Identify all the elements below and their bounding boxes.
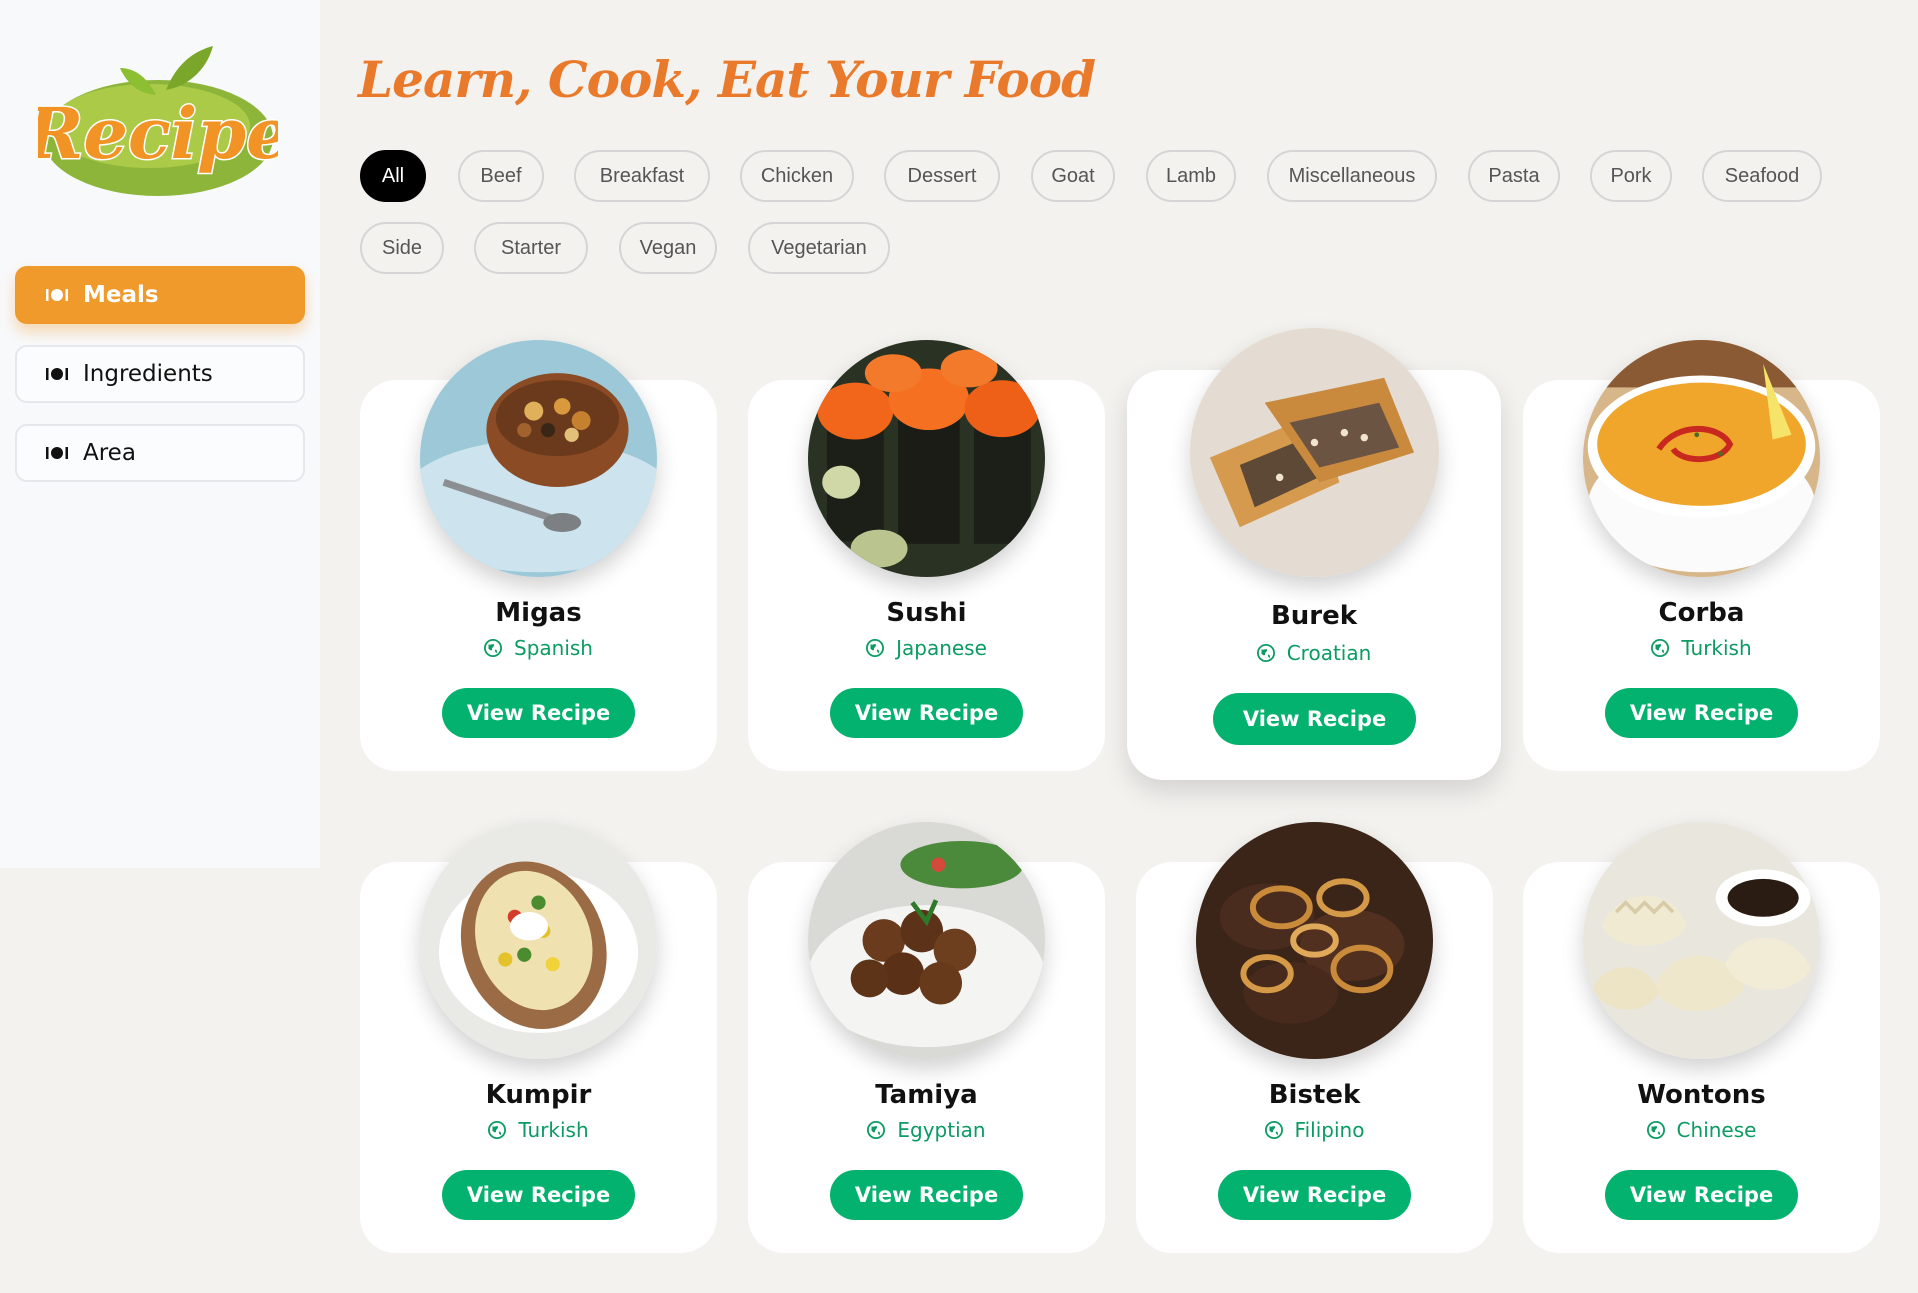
view-recipe-button[interactable]: View Recipe	[1213, 693, 1416, 745]
side-nav: Meals Ingredients Area	[15, 266, 305, 503]
meal-card[interactable]: Wontons Chinese View Recipe	[1523, 822, 1880, 1253]
meal-card[interactable]: Corba Turkish View Recipe	[1523, 340, 1880, 771]
meal-area: Spanish	[360, 636, 717, 660]
svg-text:Recipe: Recipe	[38, 92, 278, 175]
meal-card[interactable]: Sushi Japanese View Recipe	[748, 340, 1105, 771]
globe-icon	[1264, 1121, 1283, 1139]
filter-chip-side[interactable]: Side	[360, 222, 444, 274]
nav-label-ingredients: Ingredients	[83, 361, 213, 387]
meal-image[interactable]	[1583, 822, 1820, 1059]
meal-name: Migas	[495, 598, 582, 628]
meal-name: Bistek	[1268, 1080, 1361, 1110]
meal-area-label: Turkish	[1681, 636, 1752, 660]
filter-chip-vegan[interactable]: Vegan	[619, 222, 717, 274]
meal-card[interactable]: Bistek Filipino View Recipe	[1136, 822, 1493, 1253]
filter-chip-miscellaneous[interactable]: Miscellaneous	[1267, 150, 1437, 202]
meal-area-label: Egyptian	[897, 1118, 986, 1142]
filter-chip-chicken[interactable]: Chicken	[740, 150, 854, 202]
dish-icon	[46, 368, 68, 380]
filter-chip-pork[interactable]: Pork	[1590, 150, 1672, 202]
filter-chip-breakfast[interactable]: Breakfast	[574, 150, 710, 202]
meal-area: Japanese	[748, 636, 1105, 660]
filter-chip-seafood[interactable]: Seafood	[1702, 150, 1822, 202]
meal-area-label: Spanish	[514, 636, 593, 660]
meal-area: Turkish	[360, 1118, 717, 1142]
meal-image[interactable]	[808, 822, 1045, 1059]
meal-name: Wontons	[1637, 1080, 1766, 1110]
meal-area-label: Chinese	[1676, 1118, 1757, 1142]
filter-chip-goat[interactable]: Goat	[1031, 150, 1115, 202]
globe-icon	[488, 1121, 507, 1139]
meal-area-label: Turkish	[518, 1118, 589, 1142]
meal-image[interactable]	[808, 340, 1045, 577]
nav-item-area[interactable]: Area	[15, 424, 305, 482]
filter-chip-lamb[interactable]: Lamb	[1146, 150, 1236, 202]
filter-chip-vegetarian[interactable]: Vegetarian	[748, 222, 890, 274]
globe-icon	[867, 1121, 886, 1139]
meal-area-label: Filipino	[1294, 1118, 1365, 1142]
view-recipe-button[interactable]: View Recipe	[442, 688, 635, 738]
meal-area: Egyptian	[748, 1118, 1105, 1142]
meal-image[interactable]	[1583, 340, 1820, 577]
meal-card[interactable]: Migas Spanish View Recipe	[360, 340, 717, 771]
meal-name: Burek	[1270, 601, 1358, 631]
meal-area: Croatian	[1127, 641, 1501, 665]
meal-area-label: Croatian	[1286, 641, 1372, 665]
view-recipe-button[interactable]: View Recipe	[1605, 688, 1798, 738]
globe-icon	[866, 639, 885, 657]
dish-icon	[46, 289, 68, 301]
recipe-logo[interactable]: Recipe	[22, 40, 292, 210]
filter-chip-pasta[interactable]: Pasta	[1468, 150, 1560, 202]
meal-image[interactable]	[1190, 328, 1439, 577]
meal-name: Tamiya	[875, 1080, 978, 1110]
globe-icon	[1646, 1121, 1665, 1139]
meal-image[interactable]	[420, 822, 657, 1059]
view-recipe-button[interactable]: View Recipe	[830, 1170, 1023, 1220]
meal-image[interactable]	[1196, 822, 1433, 1059]
meal-area: Chinese	[1523, 1118, 1880, 1142]
filter-chip-starter[interactable]: Starter	[474, 222, 588, 274]
view-recipe-button[interactable]: View Recipe	[1218, 1170, 1411, 1220]
filter-chip-dessert[interactable]: Dessert	[884, 150, 1000, 202]
meal-area: Filipino	[1136, 1118, 1493, 1142]
meal-area: Turkish	[1523, 636, 1880, 660]
meal-name: Corba	[1658, 598, 1745, 628]
view-recipe-button[interactable]: View Recipe	[442, 1170, 635, 1220]
globe-icon	[1651, 639, 1670, 657]
sidebar: Recipe Meals Ingredients Area	[0, 0, 320, 868]
meal-card[interactable]: Burek Croatian View Recipe	[1127, 328, 1501, 780]
globe-icon	[1256, 644, 1275, 662]
meal-card[interactable]: Kumpir Turkish View Recipe	[360, 822, 717, 1253]
view-recipe-button[interactable]: View Recipe	[830, 688, 1023, 738]
page-title: Learn, Cook, Eat Your Food	[358, 50, 1096, 109]
filter-chip-all[interactable]: All	[360, 150, 426, 202]
view-recipe-button[interactable]: View Recipe	[1605, 1170, 1798, 1220]
dish-icon	[46, 447, 68, 459]
meal-image[interactable]	[420, 340, 657, 577]
meal-name: Kumpir	[485, 1080, 592, 1110]
meal-area-label: Japanese	[896, 636, 987, 660]
nav-item-meals[interactable]: Meals	[15, 266, 305, 324]
nav-label-meals: Meals	[83, 282, 159, 308]
nav-item-ingredients[interactable]: Ingredients	[15, 345, 305, 403]
filter-chip-beef[interactable]: Beef	[458, 150, 544, 202]
nav-label-area: Area	[83, 440, 136, 466]
meal-name: Sushi	[886, 598, 967, 628]
globe-icon	[484, 639, 502, 657]
meal-card[interactable]: Tamiya Egyptian View Recipe	[748, 822, 1105, 1253]
